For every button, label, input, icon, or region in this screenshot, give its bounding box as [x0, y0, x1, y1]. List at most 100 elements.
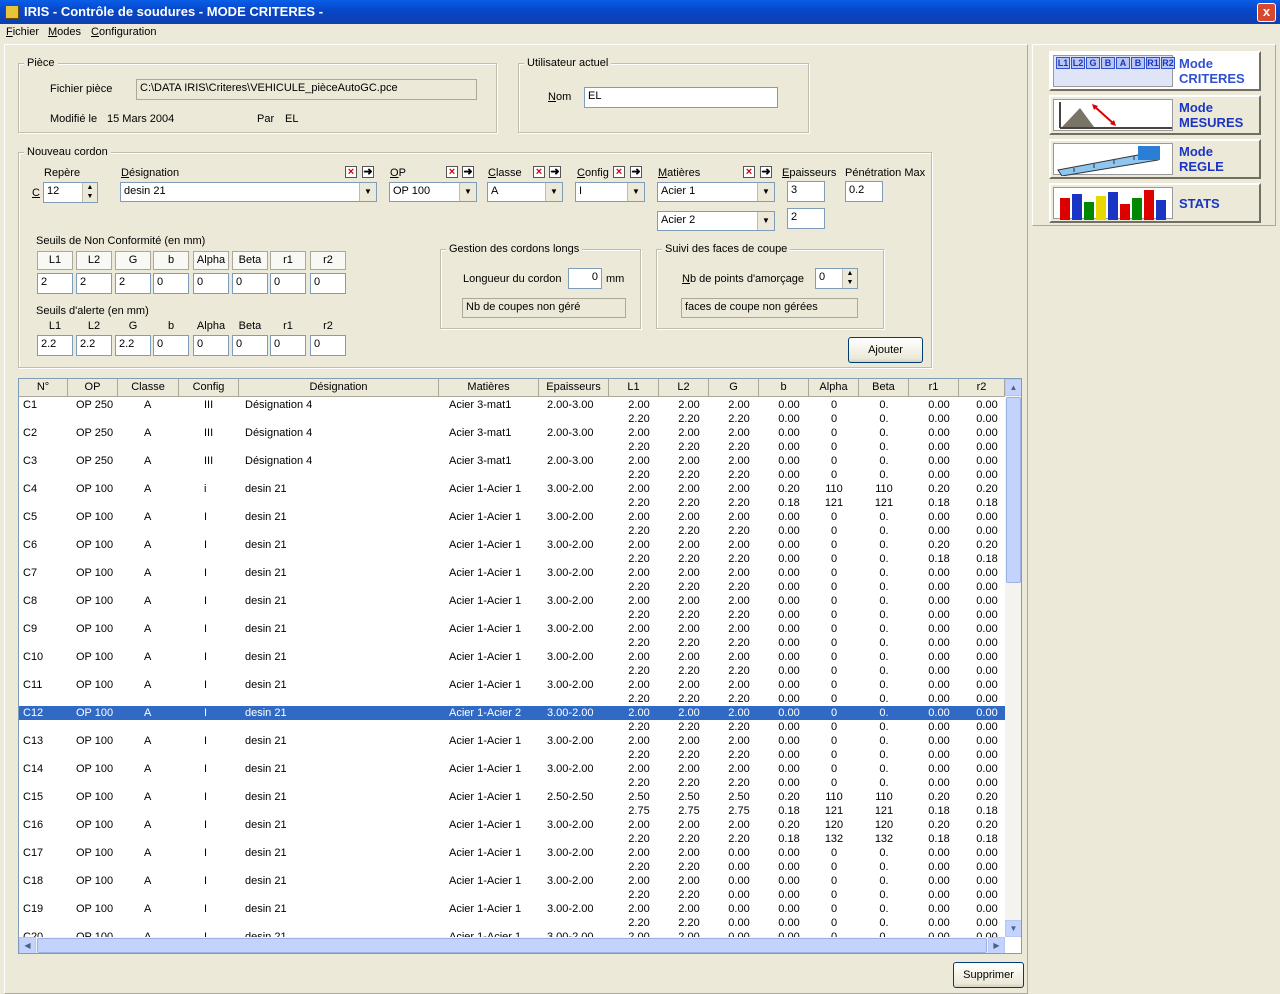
seuil-nc-header-7[interactable]: r2 [310, 251, 346, 270]
table-row[interactable]: C15 OP 100 A Idesin 21 Acier 1-Acier 1 2.50-2… [19, 790, 1005, 818]
seuil-alerte-input-3[interactable]: 0 [153, 335, 189, 356]
scroll-right-icon[interactable]: ▶ [988, 937, 1005, 953]
seuil-alerte-input-6[interactable]: 0 [270, 335, 306, 356]
seuil-nc-input-7[interactable]: 0 [310, 273, 346, 294]
supprimer-button[interactable]: Supprimer [953, 962, 1024, 988]
ajouter-button[interactable]: Ajouter [848, 337, 923, 363]
column-header-11[interactable]: Alpha [809, 379, 859, 397]
table-row[interactable]: C17 OP 100 A Idesin 21 Acier 1-Acier 1 3.00-2… [19, 846, 1005, 874]
designation-clear-icon[interactable]: × [345, 166, 357, 178]
mode-regle-button[interactable]: Mode REGLE [1049, 139, 1261, 179]
column-header-1[interactable]: OP [68, 379, 118, 397]
seuil-nc-input-4[interactable]: 0 [193, 273, 229, 294]
penetration-input[interactable]: 0.2 [845, 181, 883, 202]
config-dropdown-icon[interactable]: ▼ [627, 183, 644, 201]
config-clear-icon[interactable]: × [613, 166, 625, 178]
seuil-nc-input-1[interactable]: 2 [76, 273, 112, 294]
op-arrow-icon[interactable]: ➜ [462, 166, 474, 178]
matiere1-combo[interactable]: Acier 1 ▼ [657, 182, 775, 202]
nb-points-stepper[interactable]: 0 ▲ ▼ [815, 268, 858, 289]
epaisseur1-input[interactable]: 3 [787, 181, 825, 202]
scroll-up-icon[interactable]: ▲ [1005, 379, 1021, 396]
column-header-3[interactable]: Config [179, 379, 239, 397]
seuil-nc-header-2[interactable]: G [115, 251, 151, 270]
close-button[interactable]: x [1257, 3, 1276, 22]
seuil-nc-input-6[interactable]: 0 [270, 273, 306, 294]
column-header-7[interactable]: L1 [609, 379, 659, 397]
mode-criteres-button[interactable]: L1 L2 G B A B R1 R2 Mode CRITERES [1049, 51, 1261, 91]
table-row[interactable]: C14 OP 100 A Idesin 21 Acier 1-Acier 1 3.00-2… [19, 762, 1005, 790]
column-header-12[interactable]: Beta [859, 379, 909, 397]
column-header-6[interactable]: Epaisseurs [539, 379, 609, 397]
table-row[interactable]: C4 OP 100 Ai desin 21 Acier 1-Acier 1 3.00-2.… [19, 482, 1005, 510]
table-row[interactable]: C3 OP 250 A III Désignation 4 Acier 3-mat1 2.0… [19, 454, 1005, 482]
table-row[interactable]: C13 OP 100 A Idesin 21 Acier 1-Acier 1 3.00-2… [19, 734, 1005, 762]
horizontal-scroll-thumb[interactable] [37, 938, 987, 953]
classe-combo[interactable]: A ▼ [487, 182, 563, 202]
table-row[interactable]: C1 OP 250 A III Désignation 4 Acier 3-mat1 2.0… [19, 398, 1005, 426]
stats-button[interactable]: STATS [1049, 183, 1261, 223]
classe-arrow-icon[interactable]: ➜ [549, 166, 561, 178]
epaisseur2-input[interactable]: 2 [787, 208, 825, 229]
op-clear-icon[interactable]: × [446, 166, 458, 178]
op-combo[interactable]: OP 100 ▼ [389, 182, 477, 202]
seuil-nc-header-6[interactable]: r1 [270, 251, 306, 270]
longueur-input[interactable]: 0 [568, 268, 602, 289]
table-row[interactable]: C6 OP 100 A Idesin 21 Acier 1-Acier 1 3.00-2.… [19, 538, 1005, 566]
table-row[interactable]: C18 OP 100 A Idesin 21 Acier 1-Acier 1 3.00-2… [19, 874, 1005, 902]
designation-dropdown-icon[interactable]: ▼ [359, 183, 376, 201]
designation-combo[interactable]: desin 21 ▼ [120, 182, 377, 202]
matiere2-combo[interactable]: Acier 2 ▼ [657, 211, 775, 231]
config-combo[interactable]: I ▼ [575, 182, 645, 202]
table-row[interactable]: C12 OP 100 A Idesin 21 Acier 1-Acier 2 3.00-2… [19, 706, 1005, 720]
config-arrow-icon[interactable]: ➜ [630, 166, 642, 178]
column-header-2[interactable]: Classe [118, 379, 179, 397]
seuil-alerte-input-0[interactable]: 2.2 [37, 335, 73, 356]
table-row[interactable]: C10 OP 100 A Idesin 21 Acier 1-Acier 1 3.00-2… [19, 650, 1005, 678]
seuil-alerte-input-4[interactable]: 0 [193, 335, 229, 356]
nom-input[interactable]: EL [584, 87, 778, 108]
menu-fichier[interactable]: Fichier [6, 26, 39, 38]
seuil-nc-input-5[interactable]: 0 [232, 273, 268, 294]
mode-mesures-button[interactable]: Mode MESURES [1049, 95, 1261, 135]
seuil-nc-header-1[interactable]: L2 [76, 251, 112, 270]
seuil-nc-input-3[interactable]: 0 [153, 273, 189, 294]
seuil-nc-input-0[interactable]: 2 [37, 273, 73, 294]
vertical-scroll-thumb[interactable] [1006, 397, 1021, 583]
table-row[interactable]: C5 OP 100 A Idesin 21 Acier 1-Acier 1 3.00-2.… [19, 510, 1005, 538]
matiere1-dropdown-icon[interactable]: ▼ [757, 183, 774, 201]
table-row[interactable]: C9 OP 100 A Idesin 21 Acier 1-Acier 1 3.00-2.… [19, 622, 1005, 650]
scroll-left-icon[interactable]: ◀ [19, 937, 36, 953]
seuil-alerte-input-7[interactable]: 0 [310, 335, 346, 356]
scroll-down-icon[interactable]: ▼ [1005, 920, 1021, 937]
menu-modes[interactable]: Modes [48, 26, 81, 38]
matieres-arrow-icon[interactable]: ➜ [760, 166, 772, 178]
column-header-9[interactable]: G [709, 379, 759, 397]
repere-stepper[interactable]: 12 ▲ ▼ [43, 182, 98, 203]
nb-points-spin-arrows[interactable]: ▲ ▼ [842, 269, 857, 288]
column-header-8[interactable]: L2 [659, 379, 709, 397]
table-row[interactable]: C11 OP 100 A Idesin 21 Acier 1-Acier 1 3.00-2… [19, 678, 1005, 706]
table-row[interactable]: C2 OP 250 A III Désignation 4 Acier 3-mat1 2.0… [19, 426, 1005, 454]
cordons-table[interactable]: N° OP Classe Config Désignation Matières Epais… [18, 378, 1022, 954]
classe-clear-icon[interactable]: × [533, 166, 545, 178]
menu-configuration[interactable]: Configuration [91, 26, 156, 38]
designation-arrow-icon[interactable]: ➜ [362, 166, 374, 178]
column-header-0[interactable]: N° [19, 379, 68, 397]
matieres-clear-icon[interactable]: × [743, 166, 755, 178]
classe-dropdown-icon[interactable]: ▼ [545, 183, 562, 201]
seuil-alerte-input-5[interactable]: 0 [232, 335, 268, 356]
seuil-alerte-input-2[interactable]: 2.2 [115, 335, 151, 356]
column-header-10[interactable]: b [759, 379, 809, 397]
table-row[interactable]: C7 OP 100 A Idesin 21 Acier 1-Acier 1 3.00-2.… [19, 566, 1005, 594]
seuil-nc-header-3[interactable]: b [153, 251, 189, 270]
table-row[interactable]: C19 OP 100 A Idesin 21 Acier 1-Acier 1 3.00-2… [19, 902, 1005, 930]
seuil-nc-header-4[interactable]: Alpha [193, 251, 229, 270]
table-row[interactable]: C16 OP 100 A Idesin 21 Acier 1-Acier 1 3.00-2… [19, 818, 1005, 846]
op-dropdown-icon[interactable]: ▼ [459, 183, 476, 201]
seuil-nc-header-5[interactable]: Beta [232, 251, 268, 270]
seuil-nc-header-0[interactable]: L1 [37, 251, 73, 270]
table-row[interactable]: C8 OP 100 A Idesin 21 Acier 1-Acier 1 3.00-2.… [19, 594, 1005, 622]
seuil-alerte-input-1[interactable]: 2.2 [76, 335, 112, 356]
seuil-nc-input-2[interactable]: 2 [115, 273, 151, 294]
